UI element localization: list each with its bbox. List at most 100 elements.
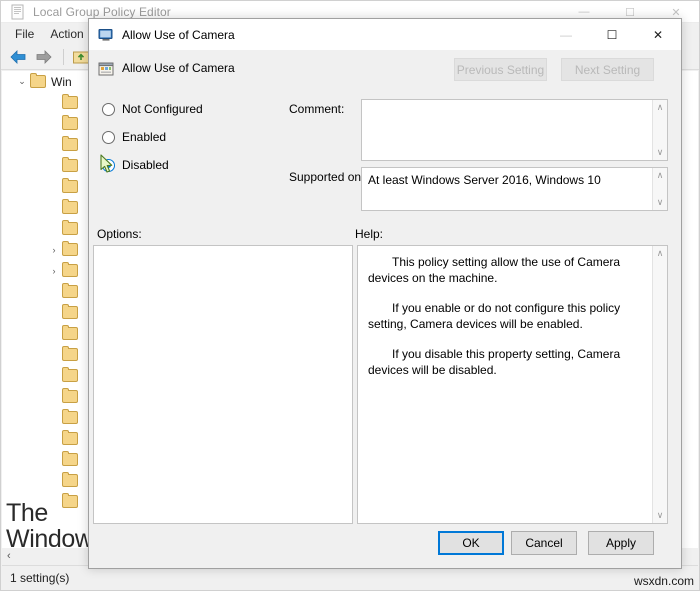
tree-expander-icon[interactable] <box>46 389 62 405</box>
options-panel[interactable] <box>93 245 353 524</box>
back-icon[interactable] <box>6 46 30 68</box>
tree-expander-icon[interactable] <box>46 95 62 111</box>
folder-icon <box>62 325 78 340</box>
radio-disabled-label: Disabled <box>122 158 169 172</box>
help-label: Help: <box>355 227 384 241</box>
policy-state-radio-group: Not Configured Enabled Disabled <box>96 95 276 179</box>
dialog-title-text: Allow Use of Camera <box>122 27 235 42</box>
tree-expander-icon[interactable] <box>46 326 62 342</box>
folder-icon <box>62 409 78 424</box>
dialog-titlebar: Allow Use of Camera — ☐ ✕ <box>89 19 681 50</box>
tree-expander-icon[interactable]: › <box>46 242 62 258</box>
tree-expander-icon[interactable] <box>46 116 62 132</box>
folder-icon <box>62 451 78 466</box>
help-scrollbar[interactable]: ∧ ∨ <box>652 246 667 523</box>
next-setting-button[interactable]: Next Setting <box>561 58 654 81</box>
radio-enabled[interactable]: Enabled <box>96 123 276 151</box>
options-label: Options: <box>97 227 142 241</box>
comment-scroll-down-icon[interactable]: ∨ <box>653 145 667 160</box>
folder-icon <box>62 241 78 256</box>
ok-button[interactable]: OK <box>438 531 504 555</box>
folder-icon <box>62 157 78 172</box>
folder-icon <box>62 94 78 109</box>
radio-not-configured-label: Not Configured <box>122 102 203 116</box>
tree-expander-icon[interactable] <box>46 494 62 510</box>
help-paragraph: This policy setting allow the use of Cam… <box>368 255 621 285</box>
comment-label: Comment: <box>289 102 345 116</box>
dialog-window-controls: — ☐ ✕ <box>543 19 681 50</box>
folder-icon <box>62 304 78 319</box>
tree-expander-icon[interactable] <box>46 284 62 300</box>
dialog-header-title: Allow Use of Camera <box>122 61 235 75</box>
folder-icon <box>30 73 46 88</box>
dialog-maximize-button[interactable]: ☐ <box>589 19 635 50</box>
gpedit-title-text: Local Group Policy Editor <box>33 4 171 19</box>
help-scroll-down-icon[interactable]: ∨ <box>653 508 667 523</box>
dialog-close-button[interactable]: ✕ <box>635 19 681 50</box>
tree-expander-icon[interactable]: ⌄ <box>14 74 30 90</box>
radio-not-configured[interactable]: Not Configured <box>96 95 276 123</box>
tree-row-label: Win <box>51 74 72 89</box>
folder-icon <box>62 367 78 382</box>
dialog-minimize-button[interactable]: — <box>543 19 589 50</box>
previous-setting-button[interactable]: Previous Setting <box>454 58 547 81</box>
tree-expander-icon[interactable] <box>46 368 62 384</box>
radio-enabled-label: Enabled <box>122 130 167 144</box>
radio-disabled[interactable]: Disabled <box>96 151 276 179</box>
toolbar-separator <box>63 48 64 65</box>
folder-icon <box>62 262 78 277</box>
supported-on-scrollbar[interactable]: ∧ ∨ <box>652 168 667 210</box>
radio-disabled-circle[interactable] <box>102 158 115 172</box>
help-paragraph: If you disable this property setting, Ca… <box>368 347 621 377</box>
help-panel[interactable]: This policy setting allow the use of Cam… <box>357 245 668 524</box>
tree-expander-icon[interactable] <box>46 347 62 363</box>
site-watermark: wsxdn.com <box>633 574 694 588</box>
radio-enabled-circle[interactable] <box>102 130 115 144</box>
comment-input[interactable]: ∧ ∨ <box>361 99 668 161</box>
tree-collapse-chevron-icon[interactable]: ‹ <box>7 550 11 562</box>
help-text: This policy setting allow the use of Cam… <box>358 246 636 400</box>
menu-item-file[interactable]: File <box>7 25 42 43</box>
tree-expander-icon[interactable] <box>46 473 62 489</box>
supported-on-label: Supported on: <box>289 170 365 184</box>
tree-expander-icon[interactable] <box>46 305 62 321</box>
apply-button[interactable]: Apply <box>588 531 654 555</box>
folder-icon <box>62 136 78 151</box>
tree-expander-icon[interactable] <box>46 221 62 237</box>
tree-expander-icon[interactable] <box>46 179 62 195</box>
forward-icon[interactable] <box>32 46 56 68</box>
folder-icon <box>62 199 78 214</box>
menu-item-action[interactable]: Action <box>42 25 91 43</box>
folder-icon <box>62 220 78 235</box>
cancel-button[interactable]: Cancel <box>511 531 577 555</box>
comment-scroll-up-icon[interactable]: ∧ <box>653 100 667 115</box>
folder-icon <box>62 346 78 361</box>
tree-expander-icon[interactable]: › <box>46 263 62 279</box>
options-value <box>94 246 352 256</box>
policy-editor-icon <box>10 4 26 20</box>
help-scroll-up-icon[interactable]: ∧ <box>653 246 667 261</box>
radio-not-configured-circle[interactable] <box>102 102 115 116</box>
supported-scroll-down-icon[interactable]: ∨ <box>653 195 667 210</box>
folder-icon <box>62 283 78 298</box>
policy-document-icon <box>98 61 114 77</box>
folder-icon <box>62 430 78 445</box>
tree-expander-icon[interactable] <box>46 137 62 153</box>
status-text: 1 setting(s) <box>10 570 70 585</box>
tree-expander-icon[interactable] <box>46 410 62 426</box>
comment-scrollbar[interactable]: ∧ ∨ <box>652 100 667 160</box>
supported-on-value: At least Windows Server 2016, Windows 10 <box>368 173 601 187</box>
policy-setting-dialog: Allow Use of Camera — ☐ ✕ Allow Use of C… <box>88 18 682 569</box>
supported-on-field[interactable]: At least Windows Server 2016, Windows 10… <box>361 167 668 211</box>
tree-expander-icon[interactable] <box>46 452 62 468</box>
tree-expander-icon[interactable] <box>46 200 62 216</box>
supported-scroll-up-icon[interactable]: ∧ <box>653 168 667 183</box>
dialog-header: Allow Use of Camera Previous Setting Nex… <box>89 50 681 88</box>
dialog-body: Allow Use of Camera Previous Setting Nex… <box>89 50 681 568</box>
folder-icon <box>62 493 78 508</box>
policy-setting-icon <box>98 27 114 43</box>
folder-icon <box>62 115 78 130</box>
tree-expander-icon[interactable] <box>46 431 62 447</box>
folder-icon <box>62 388 78 403</box>
tree-expander-icon[interactable] <box>46 158 62 174</box>
